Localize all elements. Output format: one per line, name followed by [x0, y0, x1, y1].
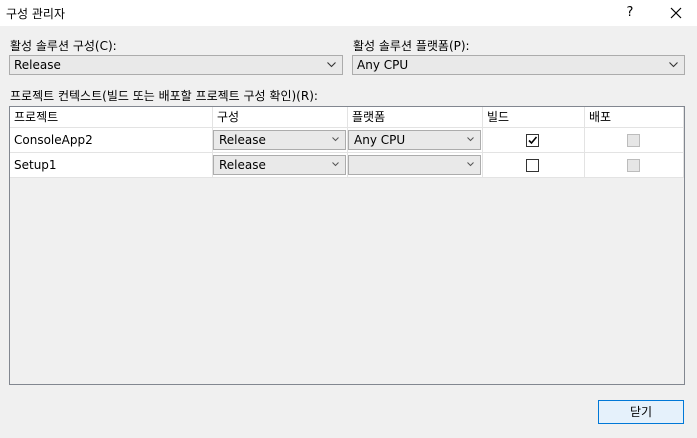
column-header-configuration[interactable]: 구성: [213, 107, 348, 128]
close-button[interactable]: 닫기: [598, 400, 684, 424]
configuration-value: Release: [219, 158, 266, 172]
deploy-checkbox: [627, 134, 640, 147]
table-row[interactable]: Setup1 Release: [10, 153, 684, 178]
active-platform-label: 활성 솔루션 플랫폼(P):: [353, 39, 470, 53]
project-name: ConsoleApp2: [14, 133, 93, 147]
active-platform-value: Any CPU: [357, 58, 409, 72]
chevron-down-icon: [332, 137, 339, 142]
chevron-down-icon: [332, 162, 339, 167]
column-header-deploy[interactable]: 배포: [585, 107, 684, 128]
build-checkbox[interactable]: [526, 159, 539, 172]
build-checkbox[interactable]: [526, 134, 539, 147]
title-bar: 구성 관리자 ?: [0, 0, 697, 26]
configuration-value: Release: [219, 133, 266, 147]
active-config-label: 활성 솔루션 구성(C):: [10, 39, 117, 53]
active-config-combo[interactable]: Release: [9, 55, 343, 75]
chevron-down-icon: [467, 162, 474, 167]
close-window-button[interactable]: [664, 2, 688, 24]
chevron-down-icon: [327, 62, 336, 68]
window-title: 구성 관리자: [6, 7, 66, 21]
configuration-combo[interactable]: Release: [213, 155, 346, 175]
table-row[interactable]: ConsoleApp2 Release Any CPU: [10, 128, 684, 153]
deploy-checkbox: [627, 159, 640, 172]
platform-combo[interactable]: Any CPU: [348, 130, 481, 150]
project-contexts-label: 프로젝트 컨텍스트(빌드 또는 배포할 프로젝트 구성 확인)(R):: [10, 89, 318, 103]
project-name: Setup1: [14, 158, 57, 172]
help-button[interactable]: ?: [618, 2, 642, 24]
column-header-build[interactable]: 빌드: [483, 107, 585, 128]
column-header-platform[interactable]: 플랫폼: [348, 107, 483, 128]
configuration-combo[interactable]: Release: [213, 130, 346, 150]
close-icon: [670, 7, 682, 19]
column-header-project[interactable]: 프로젝트: [10, 107, 213, 128]
checkmark-icon: [528, 136, 538, 145]
project-contexts-grid[interactable]: 프로젝트 구성 플랫폼 빌드 배포 ConsoleApp2 Release An…: [9, 106, 685, 385]
platform-value: Any CPU: [354, 133, 406, 147]
platform-combo[interactable]: [348, 155, 481, 175]
chevron-down-icon: [467, 137, 474, 142]
active-platform-combo[interactable]: Any CPU: [352, 55, 685, 75]
chevron-down-icon: [669, 62, 678, 68]
active-config-value: Release: [14, 58, 61, 72]
